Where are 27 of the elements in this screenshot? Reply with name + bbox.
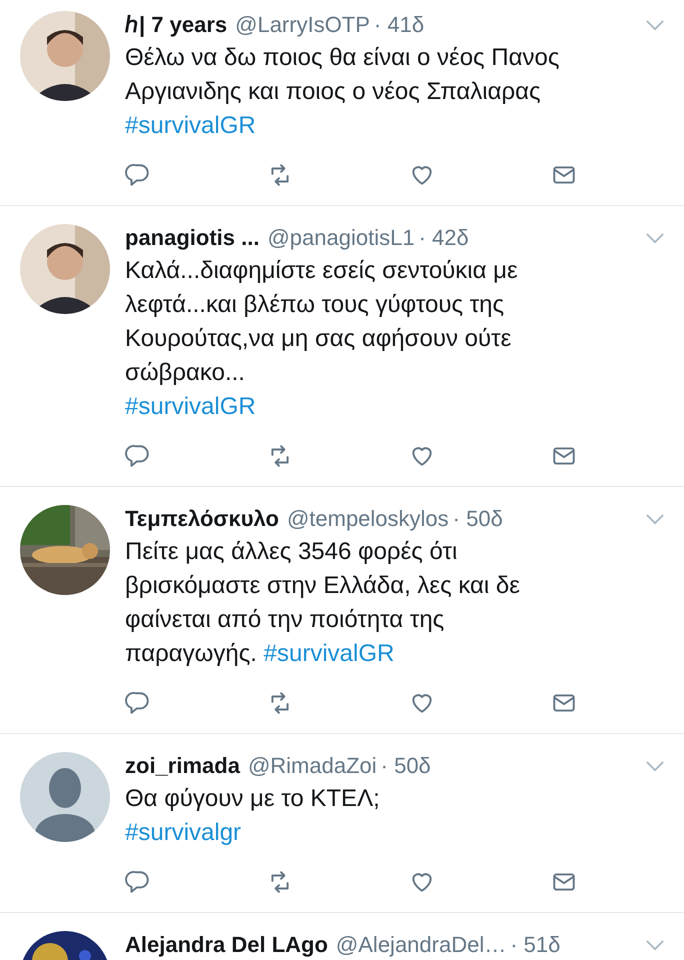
user-handle: @LarryIsOTP bbox=[235, 11, 370, 39]
display-name[interactable]: Alejandra Del LAgo bbox=[125, 931, 328, 959]
display-name[interactable]: panagiotis ... bbox=[125, 224, 260, 252]
timestamp: · 41δ bbox=[374, 11, 424, 39]
user-handle: @AlejandraDel… bbox=[336, 931, 506, 959]
reply-icon[interactable] bbox=[125, 162, 151, 188]
user-handle: @panagiotisL1 bbox=[267, 224, 415, 252]
timestamp: · 42δ bbox=[418, 224, 469, 252]
tweet-text: Καλά...διαφημίστε εσείς σεντούκια με λεφτά...και βλέπω τους γύφτους της Κουρούτας,να μη σας αφήσουν ούτε σώβρακο... #survivalGR bbox=[125, 256, 519, 422]
timestamp: · 50δ bbox=[380, 752, 431, 780]
reply-icon[interactable] bbox=[125, 443, 151, 469]
hashtag-link[interactable]: #survivalgr bbox=[125, 819, 242, 846]
display-name[interactable]: zoi_rimada bbox=[125, 752, 240, 780]
tweet-text: Πείτε μας άλλες 3546 φορές ότι βρισκόμαστε στην Ελλάδα, λες και δε φαίνεται από την ποιότητα της παραγωγής. #survivalGR bbox=[125, 537, 521, 669]
user-handle: @tempeloskylos bbox=[286, 505, 449, 533]
timestamp: · 50δ bbox=[452, 505, 503, 533]
display-name[interactable]: ℎ| 7 years bbox=[125, 11, 228, 39]
timestamp: · 51δ bbox=[510, 931, 560, 959]
hashtag-link[interactable]: #survivalGR bbox=[125, 393, 256, 420]
reply-icon[interactable] bbox=[125, 869, 151, 895]
tweet-text: Θα φύγουν με το ΚΤΕΛ; #survivalgr bbox=[125, 784, 381, 848]
reply-icon[interactable] bbox=[125, 690, 151, 716]
tweet-text: Θέλω να δω ποιος θα είναι ο νέος Πανος Αργιανιδης και ποιος ο νέος Σπαλιαρας #survivalGR bbox=[125, 43, 560, 141]
hashtag-link[interactable]: #survivalGR bbox=[125, 112, 256, 139]
display-name[interactable]: Τεμπελόσκυλο bbox=[125, 505, 279, 533]
hashtag-link[interactable]: #survivalGR bbox=[264, 640, 394, 667]
user-handle: @RimadaZoi bbox=[248, 752, 377, 780]
